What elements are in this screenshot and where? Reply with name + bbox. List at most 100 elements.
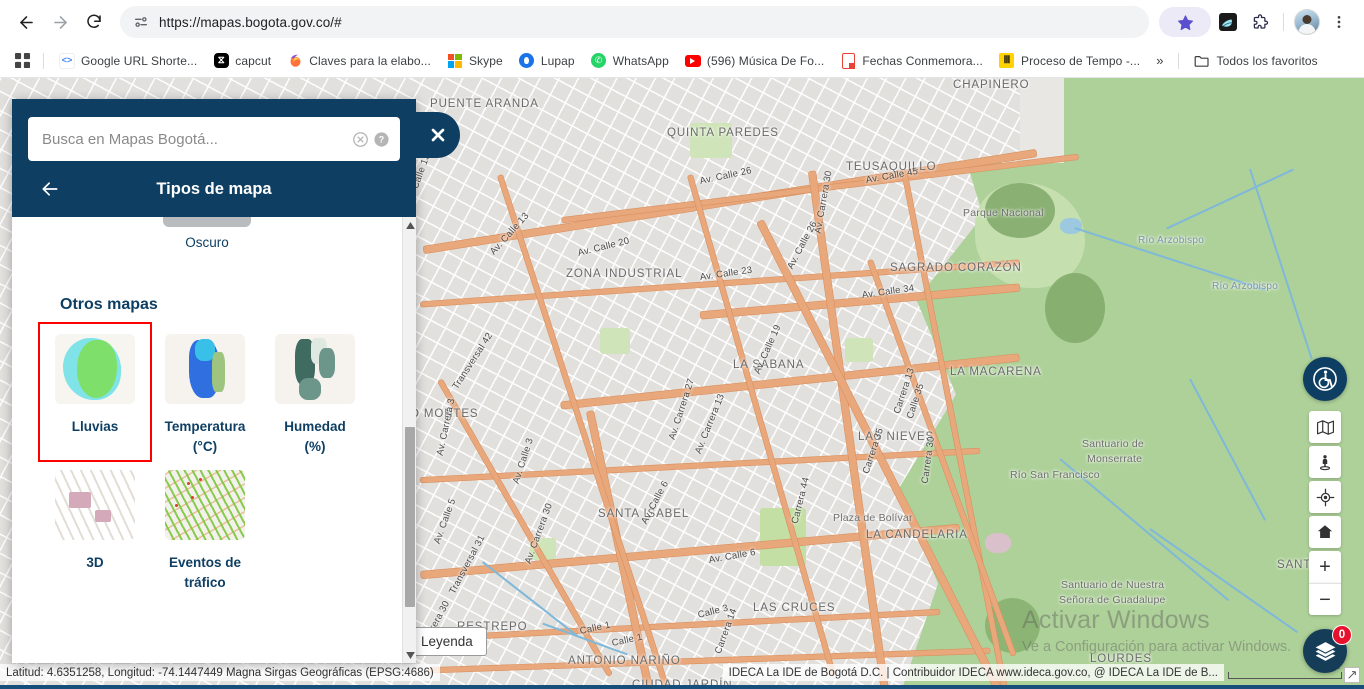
oscuro-thumbnail-partial[interactable]	[163, 217, 251, 227]
forward-button[interactable]	[44, 6, 76, 38]
clear-circle-icon[interactable]	[352, 131, 369, 148]
zoom-in-button[interactable]: +	[1309, 551, 1341, 583]
bookmark-whatsapp[interactable]: ✆ WhatsApp	[583, 50, 677, 72]
bookmark-lupap[interactable]: Lupap	[511, 50, 583, 72]
browser-window: https://mapas.bogota.gov.co/#	[0, 0, 1364, 689]
bookmark-google-url-shortener[interactable]: <> Google URL Shorte...	[51, 50, 205, 72]
layers-stack-icon[interactable]: 0	[1303, 629, 1347, 673]
zoom-in-label: +	[1319, 557, 1331, 577]
site-settings-icon[interactable]	[132, 13, 150, 31]
bookmark-skype[interactable]: Skype	[439, 50, 511, 72]
close-panel-button[interactable]	[416, 112, 460, 158]
scroll-down-arrow-icon[interactable]	[403, 647, 416, 663]
temperature-thumb	[165, 334, 245, 404]
accessibility-wheelchair-icon[interactable]	[1303, 357, 1347, 401]
address-bar[interactable]: https://mapas.bogota.gov.co/#	[120, 6, 1149, 38]
map-landmark-area	[985, 533, 1011, 553]
map-type-card-humedad[interactable]: Humedad(%)	[260, 324, 370, 460]
firefox-icon	[287, 53, 303, 69]
bookmark-proceso-de-tempo[interactable]: Ⅲ Proceso de Tempo -...	[991, 50, 1148, 72]
toolbar-right-group	[1159, 7, 1354, 37]
map-thumbnail-grid: LluviasTemperatura(°C)Humedad(%)3DEvento…	[12, 314, 402, 596]
map-type-card-3d[interactable]: 3D	[40, 460, 150, 596]
map-type-card-eventos-de[interactable]: Eventos detráfico	[150, 460, 260, 596]
panel-title-row: Tipos de mapa	[28, 161, 400, 217]
browser-chrome: https://mapas.bogota.gov.co/#	[0, 0, 1364, 78]
map-tree-cluster	[985, 183, 1055, 238]
panel-back-button[interactable]	[32, 171, 68, 207]
bookmarks-overflow-button[interactable]: »	[1148, 51, 1171, 70]
address-bar-url: https://mapas.bogota.gov.co/#	[159, 15, 342, 30]
crosshair-locate-icon[interactable]	[1309, 481, 1341, 513]
map-attribution: IDECA La IDE de Bogotá D.C. | Contribuid…	[723, 664, 1224, 681]
bookmark-capcut[interactable]: ⧖ capcut	[205, 50, 279, 72]
map-type-card-temperatura[interactable]: Temperatura(°C)	[150, 324, 260, 460]
extension-avatar-icon[interactable]	[1213, 7, 1243, 37]
youtube-icon	[685, 53, 701, 69]
all-bookmarks-button[interactable]: Todos los favoritos	[1186, 50, 1325, 72]
profile-avatar[interactable]	[1292, 7, 1322, 37]
map-type-sublabel: (%)	[305, 439, 326, 454]
svg-text:?: ?	[379, 134, 384, 144]
map-green-patch	[600, 328, 630, 354]
map-type-sublabel: tráfico	[184, 575, 225, 590]
home-icon[interactable]	[1309, 516, 1341, 548]
capcut-icon: ⧖	[213, 53, 229, 69]
scroll-up-arrow-icon[interactable]	[403, 217, 416, 233]
search-box[interactable]: ?	[28, 117, 400, 161]
scrollbar-thumb[interactable]	[405, 427, 415, 607]
tempo-icon: Ⅲ	[999, 53, 1015, 69]
bookmarks-bar: <> Google URL Shorte... ⧖ capcut Claves …	[0, 44, 1364, 78]
map-controls: + − 0	[1303, 357, 1347, 673]
apps-grid-icon[interactable]	[8, 48, 36, 74]
bookmark-fechas-conmemorativas[interactable]: Fechas Conmemora...	[832, 50, 991, 72]
basemap-folded-map-icon[interactable]	[1309, 411, 1341, 443]
extensions-puzzle-icon[interactable]	[1245, 7, 1275, 37]
map-tree-cluster	[1045, 273, 1105, 343]
oscuro-label: Oscuro	[12, 235, 402, 250]
rain-thumb	[55, 334, 135, 404]
help-circle-icon[interactable]: ?	[373, 131, 390, 148]
panel-title: Tipos de mapa	[28, 180, 400, 199]
bookmarks-divider-2	[1178, 53, 1179, 69]
map-type-sublabel: (°C)	[193, 439, 217, 454]
reload-button[interactable]	[78, 6, 110, 38]
bookmark-star-icon[interactable]	[1159, 7, 1211, 37]
bookmarks-divider	[43, 53, 44, 69]
map-type-label: 3D	[86, 552, 103, 575]
map-lagoon	[1060, 218, 1082, 234]
panel-scroll-area: Oscuro Otros mapas Lluvias Temperatura(°C…	[12, 217, 402, 663]
windows-taskbar-strip	[0, 685, 1364, 689]
map-green-patch	[690, 123, 732, 158]
humidity-thumb	[275, 334, 355, 404]
map-type-label: Humedad	[284, 416, 346, 439]
panel-header: ? Tipos de mapa	[12, 99, 416, 217]
zoom-out-label: −	[1319, 590, 1331, 610]
bookmark-musica-de-fondo[interactable]: (596) Música De Fo...	[677, 50, 832, 72]
folder-icon	[1194, 53, 1210, 69]
search-input[interactable]	[42, 131, 348, 148]
map-green-patch	[845, 338, 873, 362]
toolbar-divider	[1283, 13, 1284, 31]
panel-scrollbar[interactable]	[402, 217, 416, 663]
google-url-shortener-icon: <>	[59, 53, 75, 69]
legend-button[interactable]: Leyenda	[407, 627, 487, 656]
lupap-icon	[519, 53, 535, 69]
coordinates-status-bar: Latitud: 4.6351258, Longitud: -74.144744…	[0, 664, 440, 681]
skype-icon	[447, 53, 463, 69]
pegman-streetview-icon[interactable]	[1309, 446, 1341, 478]
three-d-thumb	[55, 470, 135, 540]
map-type-card-lluvias[interactable]: Lluvias	[40, 324, 150, 460]
back-button[interactable]	[10, 6, 42, 38]
whatsapp-icon: ✆	[591, 53, 607, 69]
section-title-otros-mapas: Otros mapas	[60, 296, 402, 314]
map-type-label: Eventos de	[169, 552, 241, 575]
three-dot-menu-icon[interactable]	[1324, 7, 1354, 37]
map-type-label: Lluvias	[72, 416, 119, 439]
traffic-events-thumb	[165, 470, 245, 540]
zoom-out-button[interactable]: −	[1309, 583, 1341, 615]
bookmark-claves-elaboracion[interactable]: Claves para la elabo...	[279, 50, 439, 72]
browser-toolbar: https://mapas.bogota.gov.co/#	[0, 0, 1364, 44]
map-types-panel: ? Tipos de mapa Oscuro Otros mapas Lluvi…	[12, 99, 416, 663]
layers-count-badge: 0	[1332, 625, 1352, 645]
